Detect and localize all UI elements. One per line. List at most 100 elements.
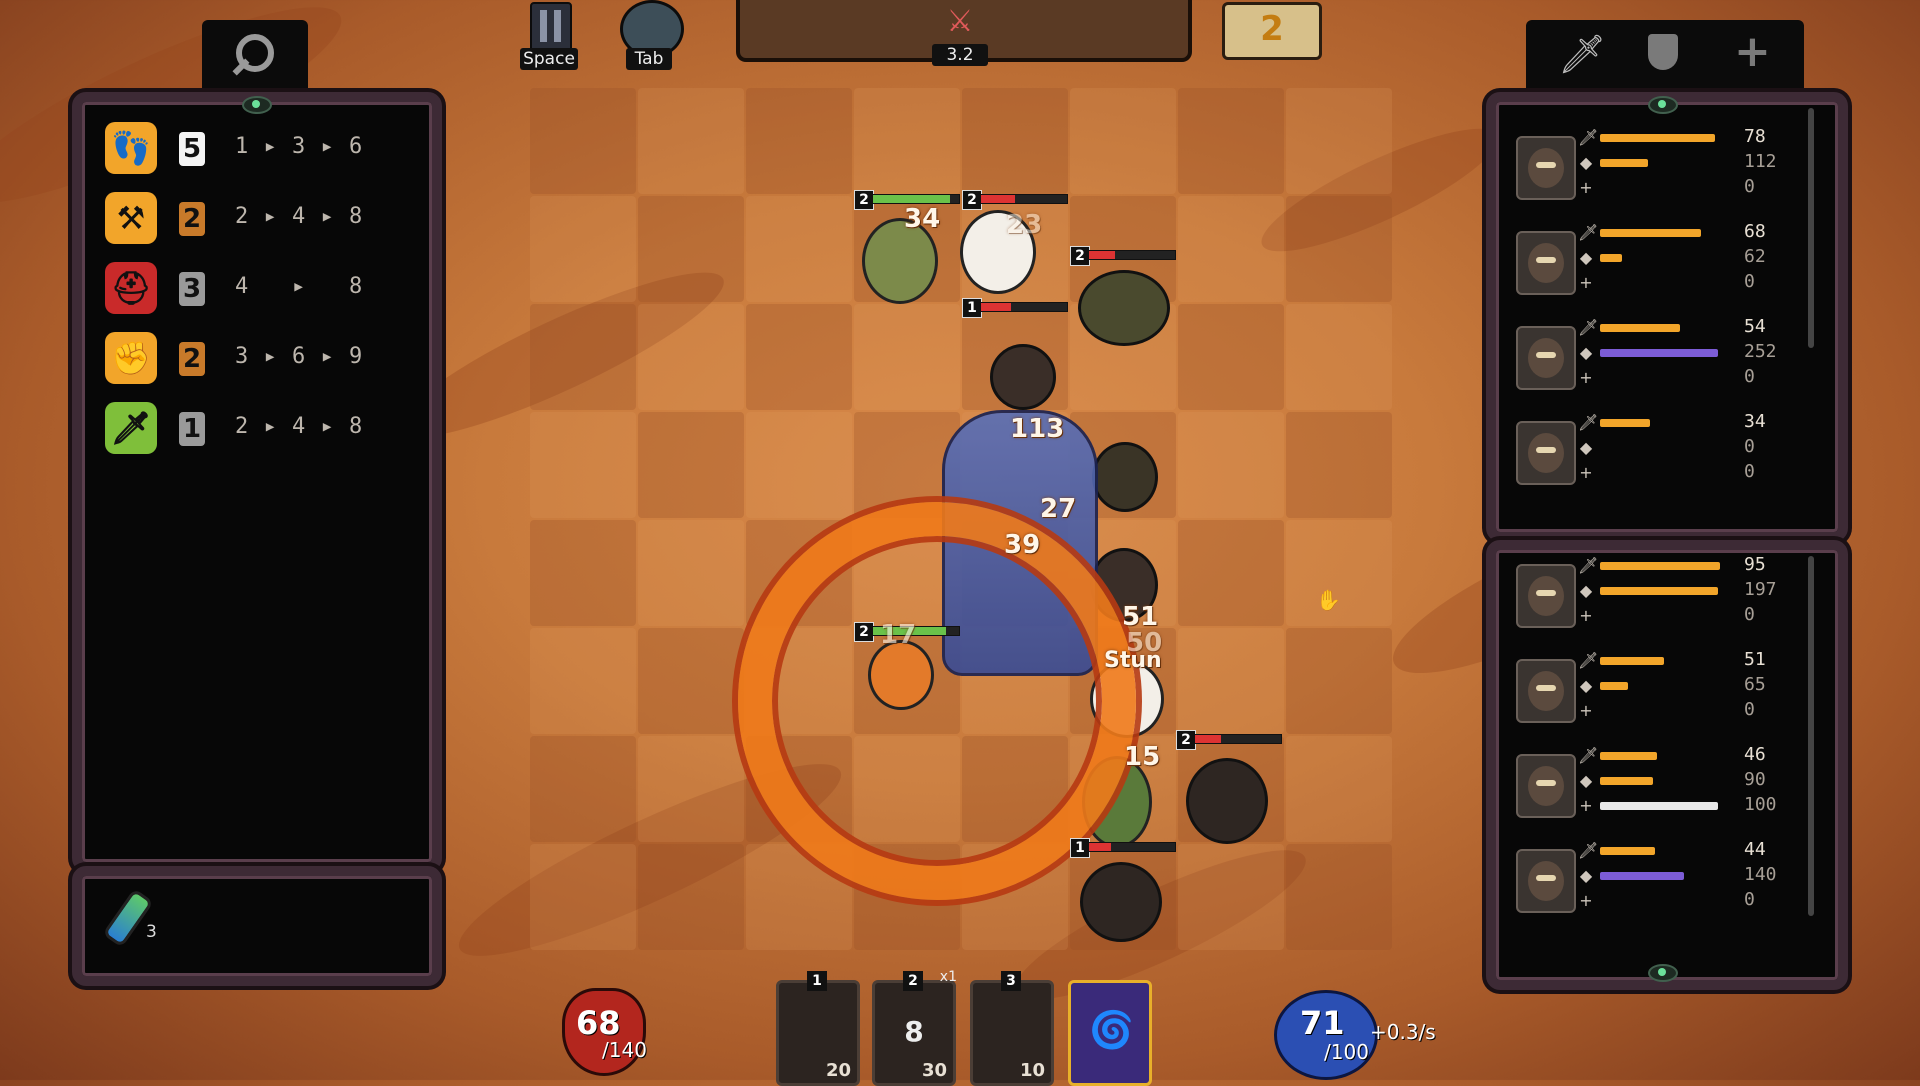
plus-icon: + bbox=[1579, 463, 1593, 482]
stat-value: 95 bbox=[1744, 554, 1766, 575]
ability-card[interactable]: 1 20 bbox=[776, 971, 860, 1086]
board-tile[interactable] bbox=[638, 412, 744, 518]
stat-bar bbox=[1600, 254, 1623, 262]
unit-stat-row[interactable]: 🗡 51 ◆ 65 +0 bbox=[1512, 649, 1782, 741]
unit-stat-row[interactable]: 🗡 46 ◆ 90 +100 bbox=[1512, 744, 1782, 836]
board-tile[interactable] bbox=[746, 304, 852, 410]
board-tile[interactable] bbox=[530, 736, 636, 842]
board-tile[interactable] bbox=[638, 304, 744, 410]
board-tile[interactable] bbox=[1286, 736, 1392, 842]
inventory-slot[interactable]: 3 bbox=[102, 884, 168, 948]
plus-icon: + bbox=[1579, 796, 1593, 815]
stat-value: 252 bbox=[1744, 341, 1777, 362]
stat-value: 62 bbox=[1744, 246, 1766, 267]
unit-health-bar bbox=[1194, 734, 1282, 744]
board-tile[interactable] bbox=[1286, 844, 1392, 950]
board-tile[interactable] bbox=[746, 88, 852, 194]
board-tile[interactable] bbox=[1286, 88, 1392, 194]
board-tile[interactable] bbox=[1286, 628, 1392, 734]
board-tile[interactable] bbox=[638, 196, 744, 302]
board-tile[interactable] bbox=[638, 88, 744, 194]
board-tile[interactable] bbox=[1286, 304, 1392, 410]
unit-portrait bbox=[1516, 231, 1576, 295]
board-tile[interactable] bbox=[638, 844, 744, 950]
plus-icon: + bbox=[1579, 368, 1593, 387]
synergy-row[interactable]: ✊ 2 3 ▸ 6 ▸ 9 bbox=[105, 332, 405, 392]
synergy-row[interactable]: ⚒ 2 2 ▸ 4 ▸ 8 bbox=[105, 192, 405, 252]
synergy-count: 3 bbox=[179, 272, 205, 306]
shield-icon: ◆ bbox=[1579, 153, 1593, 172]
shield-icon: ◆ bbox=[1579, 438, 1593, 457]
shield-icon bbox=[1648, 34, 1678, 70]
board-tile[interactable] bbox=[1178, 88, 1284, 194]
unit-portrait bbox=[1516, 754, 1576, 818]
board-tile[interactable] bbox=[530, 196, 636, 302]
ability-card[interactable]: 3 10 bbox=[970, 971, 1054, 1086]
board-tile[interactable] bbox=[638, 520, 744, 626]
board-tile[interactable] bbox=[530, 844, 636, 950]
enemy-unit[interactable] bbox=[1186, 758, 1268, 844]
fist-icon: ✊ bbox=[105, 332, 157, 384]
stat-value: 78 bbox=[1744, 126, 1766, 147]
unit-stat-row[interactable]: 🗡 34 ◆ 0 +0 bbox=[1512, 411, 1782, 503]
board-tile[interactable] bbox=[530, 628, 636, 734]
search-tab[interactable] bbox=[202, 20, 308, 90]
enemy-unit[interactable] bbox=[1080, 862, 1162, 942]
unit-stat-row[interactable]: 🗡 44 ◆ 140 +0 bbox=[1512, 839, 1782, 931]
enemy-stats-scrollbar[interactable] bbox=[1808, 108, 1814, 348]
board-tile[interactable] bbox=[1178, 196, 1284, 302]
board-tile[interactable] bbox=[1286, 412, 1392, 518]
enemy-unit[interactable] bbox=[990, 344, 1056, 410]
enemy-unit[interactable] bbox=[1092, 442, 1158, 512]
board-tile[interactable] bbox=[854, 304, 960, 410]
board-tile[interactable] bbox=[638, 628, 744, 734]
board-tile[interactable] bbox=[1178, 844, 1284, 950]
ability-level: 1 bbox=[807, 971, 827, 991]
board-tile[interactable] bbox=[530, 520, 636, 626]
speed-button[interactable]: Tab bbox=[616, 0, 686, 72]
ability-cost: 20 bbox=[825, 1060, 851, 1081]
ability-card[interactable]: 2 8 x1 30 bbox=[872, 969, 957, 1086]
enemy-unit[interactable] bbox=[1078, 270, 1170, 346]
pause-button[interactable]: Space bbox=[518, 0, 580, 70]
eye-ornament bbox=[242, 96, 272, 114]
stat-value: 34 bbox=[1744, 411, 1766, 432]
board-tile[interactable] bbox=[1178, 304, 1284, 410]
tab-defense[interactable] bbox=[1624, 26, 1704, 82]
synergy-row[interactable]: 👣 5 1 ▸ 3 ▸ 6 bbox=[105, 122, 405, 182]
board-tile[interactable] bbox=[854, 88, 960, 194]
board-tile[interactable] bbox=[1286, 196, 1392, 302]
unit-stat-row[interactable]: 🗡 54 ◆ 252 +0 bbox=[1512, 316, 1782, 408]
unit-portrait bbox=[1516, 136, 1576, 200]
board-tile[interactable] bbox=[530, 412, 636, 518]
ability-card[interactable]: 🌀 bbox=[1068, 980, 1152, 1086]
tab-healing[interactable]: + bbox=[1712, 26, 1792, 82]
stat-value: 0 bbox=[1744, 176, 1755, 197]
stat-value: 140 bbox=[1744, 864, 1777, 885]
board-tile[interactable] bbox=[1178, 628, 1284, 734]
synergy-count: 1 bbox=[179, 412, 205, 446]
board-tile[interactable] bbox=[530, 88, 636, 194]
unit-stat-row[interactable]: 🗡 78 ◆ 112 +0 bbox=[1512, 126, 1782, 218]
ally-stats-scrollbar[interactable] bbox=[1808, 556, 1814, 916]
unit-stat-row[interactable]: 🗡 68 ◆ 62 +0 bbox=[1512, 221, 1782, 313]
board-tile[interactable] bbox=[746, 412, 852, 518]
board-tile[interactable] bbox=[638, 736, 744, 842]
board-tile[interactable] bbox=[962, 88, 1068, 194]
eye-ornament bbox=[1648, 964, 1678, 982]
board-tile[interactable] bbox=[1070, 88, 1176, 194]
synergy-row[interactable]: 🗡 1 2 ▸ 4 ▸ 8 bbox=[105, 402, 405, 462]
synergy-row[interactable]: ⛑ 3 4 ▸ 8 bbox=[105, 262, 405, 322]
pause-icon bbox=[530, 2, 572, 52]
hand-cursor-icon: ✋ bbox=[1316, 588, 1341, 612]
tab-damage[interactable]: 🗡 bbox=[1536, 26, 1616, 82]
stat-value: 0 bbox=[1744, 889, 1755, 910]
stat-value: 0 bbox=[1744, 436, 1755, 457]
board-tile[interactable] bbox=[530, 304, 636, 410]
board-tile[interactable] bbox=[1178, 412, 1284, 518]
stat-bar bbox=[1600, 349, 1718, 357]
board-tile[interactable] bbox=[746, 196, 852, 302]
unit-stat-row[interactable]: 🗡 95 ◆ 197 +0 bbox=[1512, 554, 1782, 646]
board-tile[interactable] bbox=[1178, 520, 1284, 626]
sword-icon: 🗡 bbox=[1578, 651, 1599, 670]
